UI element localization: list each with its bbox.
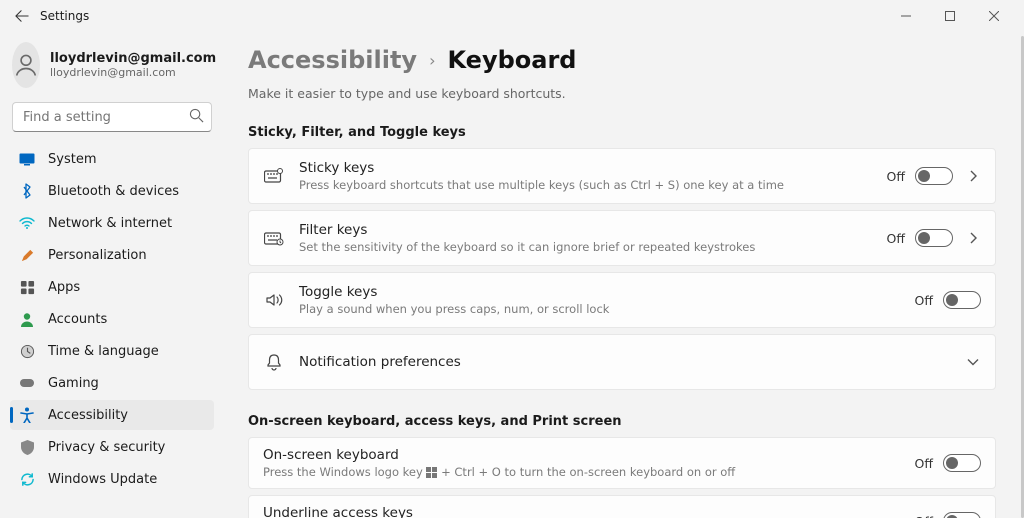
paintbrush-icon [18,246,36,264]
chevron-right-icon [969,232,977,244]
expand-button[interactable] [965,358,981,366]
card-onscreen-keyboard[interactable]: On-screen keyboard Press the Windows log… [248,437,996,489]
search-container [12,102,212,132]
row-description: Set the sensitivity of the keyboard so i… [299,240,887,254]
close-button[interactable] [972,2,1016,30]
titlebar: Settings [0,0,1024,32]
sound-icon [263,292,285,308]
card-toggle-keys[interactable]: Toggle keys Play a sound when you press … [248,272,996,328]
expand-button[interactable] [965,170,981,182]
row-title: Notification preferences [299,354,953,370]
maximize-button[interactable] [928,2,972,30]
expand-button[interactable] [965,232,981,244]
globe-clock-icon [18,342,36,360]
nav-item-accessibility[interactable]: Accessibility [10,400,214,430]
status-label: Off [887,169,905,184]
row-description: Press keyboard shortcuts that use multip… [299,178,887,192]
profile-name: lloydrlevin@gmail.com [50,51,216,66]
nav-label: System [48,152,96,167]
toggle-sticky-keys[interactable] [915,167,953,185]
card-filter-keys[interactable]: Filter keys Set the sensitivity of the k… [248,210,996,266]
account-icon [18,310,36,328]
chevron-right-icon [969,170,977,182]
breadcrumb-parent[interactable]: Accessibility [248,46,417,74]
nav-label: Accessibility [48,408,128,423]
arrow-left-icon [15,9,29,23]
card-sticky-keys[interactable]: Sticky keys Press keyboard shortcuts tha… [248,148,996,204]
row-title: Underline access keys [263,505,915,518]
minimize-button[interactable] [884,2,928,30]
wifi-icon [18,214,36,232]
row-title: Sticky keys [299,160,887,176]
main-content: Accessibility › Keyboard Make it easier … [222,32,1024,518]
status-label: Off [887,231,905,246]
section-heading-sticky: Sticky, Filter, and Toggle keys [248,125,996,140]
nav-label: Accounts [48,312,107,327]
back-button[interactable] [8,2,36,30]
nav-item-accounts[interactable]: Accounts [10,304,214,334]
profile-card[interactable]: lloydrlevin@gmail.com lloydrlevin@gmail.… [10,36,214,98]
nav-label: Personalization [48,248,147,263]
nav-list: System Bluetooth & devices Network & int… [10,144,214,494]
person-icon [12,51,40,79]
status-label: Off [915,456,933,471]
window-title: Settings [40,9,89,23]
close-icon [989,11,999,21]
nav-item-gaming[interactable]: Gaming [10,368,214,398]
search-input[interactable] [12,102,212,132]
nav-item-privacy[interactable]: Privacy & security [10,432,214,462]
keyboard-icon [263,168,285,184]
bell-icon [263,354,285,371]
nav-label: Windows Update [48,472,157,487]
apps-icon [18,278,36,296]
card-underline-access-keys[interactable]: Underline access keys Access keys will b… [248,495,996,518]
accessibility-icon [18,406,36,424]
nav-label: Gaming [48,376,99,391]
nav-item-windows-update[interactable]: Windows Update [10,464,214,494]
update-icon [18,470,36,488]
chevron-right-icon: › [429,51,435,70]
nav-label: Apps [48,280,80,295]
search-icon [189,108,204,123]
breadcrumb: Accessibility › Keyboard [248,46,996,74]
nav-label: Time & language [48,344,159,359]
section-heading-onscreen: On-screen keyboard, access keys, and Pri… [248,414,996,429]
profile-email: lloydrlevin@gmail.com [50,66,216,79]
maximize-icon [945,11,955,21]
row-title: On-screen keyboard [263,447,915,463]
nav-item-bluetooth[interactable]: Bluetooth & devices [10,176,214,206]
toggle-underline-access-keys[interactable] [943,512,981,518]
gaming-icon [18,374,36,392]
avatar [12,42,40,88]
page-subtitle: Make it easier to type and use keyboard … [248,86,996,101]
card-notification-preferences[interactable]: Notification preferences [248,334,996,390]
status-label: Off [915,514,933,518]
keyboard-filter-icon [263,230,285,246]
minimize-icon [901,11,911,21]
nav-item-system[interactable]: System [10,144,214,174]
nav-label: Privacy & security [48,440,165,455]
row-description: Press the Windows logo key + Ctrl + O to… [263,465,915,479]
status-label: Off [915,293,933,308]
bluetooth-icon [18,182,36,200]
nav-label: Bluetooth & devices [48,184,179,199]
sidebar: lloydrlevin@gmail.com lloydrlevin@gmail.… [0,32,222,518]
shield-icon [18,438,36,456]
row-title: Filter keys [299,222,887,238]
toggle-filter-keys[interactable] [915,229,953,247]
nav-item-apps[interactable]: Apps [10,272,214,302]
chevron-down-icon [967,358,979,366]
nav-item-personalization[interactable]: Personalization [10,240,214,270]
window-controls [884,2,1016,30]
toggle-toggle-keys[interactable] [943,291,981,309]
toggle-onscreen-keyboard[interactable] [943,454,981,472]
windows-logo-icon [426,467,437,478]
row-description: Play a sound when you press caps, num, o… [299,302,915,316]
display-icon [18,150,36,168]
nav-label: Network & internet [48,216,172,231]
nav-item-network[interactable]: Network & internet [10,208,214,238]
row-title: Toggle keys [299,284,915,300]
nav-item-time-language[interactable]: Time & language [10,336,214,366]
page-title: Keyboard [447,46,576,74]
